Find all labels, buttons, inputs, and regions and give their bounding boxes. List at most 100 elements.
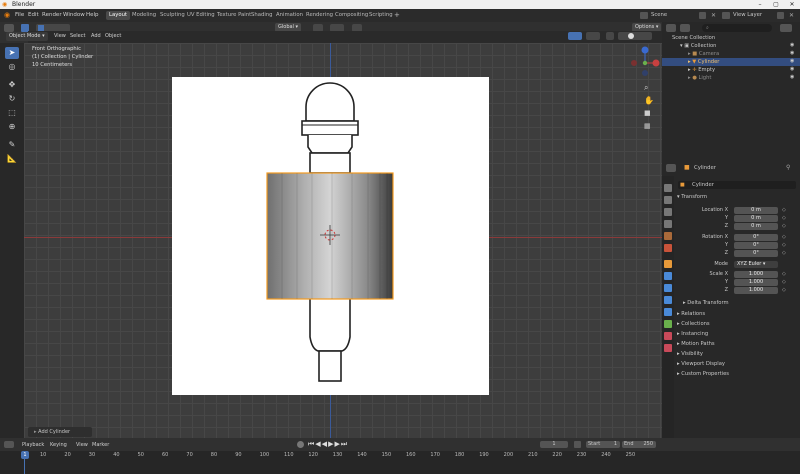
solid-shading-icon[interactable] <box>628 33 634 39</box>
menu-help[interactable]: Help <box>86 12 99 18</box>
cursor-tool-icon[interactable]: ◎ <box>5 61 19 73</box>
transform-panel-header[interactable]: ▾ Transform <box>677 194 707 200</box>
collections-panel[interactable]: ▸ Collections <box>677 321 710 327</box>
maximize-icon[interactable]: ▢ <box>770 0 782 9</box>
view-layer-remove-icon[interactable]: ✕ <box>789 12 794 19</box>
outliner-item-collection[interactable]: ▾ ▣ Collection <box>662 42 800 50</box>
location-x-field[interactable]: 0 m <box>734 207 778 214</box>
menu-file[interactable]: File <box>15 12 24 18</box>
visibility-panel[interactable]: ▸ Visibility <box>677 351 703 357</box>
navigation-gizmo[interactable] <box>630 45 660 77</box>
empty-visibility-icon[interactable]: ◉ <box>790 66 794 72</box>
start-frame-field[interactable]: Start 1 <box>586 441 620 448</box>
zoom-icon[interactable]: ⌕ <box>644 83 648 93</box>
data-tab-icon[interactable] <box>664 320 672 328</box>
rotation-mode-select[interactable]: XYZ Euler ▾ <box>734 261 778 268</box>
overlay-toggle-icon[interactable] <box>586 32 600 40</box>
move-tool-icon[interactable]: ✥ <box>5 79 19 91</box>
scale-z-keyframe-icon[interactable]: ◇ <box>782 287 786 293</box>
minimize-icon[interactable]: – <box>754 0 766 9</box>
menu-window[interactable]: Window <box>63 12 85 18</box>
cylinder-visibility-icon[interactable]: ◉ <box>790 58 794 64</box>
world-tab-icon[interactable] <box>664 244 672 252</box>
location-z-keyframe-icon[interactable]: ◇ <box>782 223 786 229</box>
timeline-editor-icon[interactable] <box>4 441 14 448</box>
delta-transform-panel[interactable]: ▸ Delta Transform <box>683 300 729 306</box>
constraints-tab-icon[interactable] <box>664 308 672 316</box>
scene-remove-icon[interactable]: ✕ <box>711 12 716 19</box>
select-tool-icon[interactable]: ➤ <box>5 47 19 59</box>
outliner-item-empty[interactable]: ▸ ✛ Empty <box>662 66 800 74</box>
location-x-keyframe-icon[interactable]: ◇ <box>782 207 786 213</box>
perspective-toggle-icon[interactable]: ▦ <box>644 122 651 130</box>
tab-modeling[interactable]: Modeling <box>129 11 159 20</box>
camera-visibility-icon[interactable]: ◉ <box>790 50 794 56</box>
timeline-menu-keying[interactable]: Keying <box>50 442 67 448</box>
object-tab-icon[interactable] <box>664 260 672 268</box>
transform-tool-icon[interactable]: ⊕ <box>5 121 19 133</box>
blender-menu-icon[interactable]: ◉ <box>4 11 10 19</box>
timeline-menu-playback[interactable]: Playback <box>22 442 44 448</box>
last-operator-panel[interactable]: ▸ Add Cylinder <box>28 427 92 437</box>
editor-type-icon[interactable] <box>4 24 14 32</box>
tab-animation[interactable]: Animation <box>273 11 306 20</box>
outliner-item-cylinder[interactable]: ▸ ▼ Cylinder <box>662 58 800 66</box>
tab-shading[interactable]: Shading <box>248 11 276 20</box>
rotation-z-keyframe-icon[interactable]: ◇ <box>782 250 786 256</box>
outliner-editor-icon[interactable] <box>666 24 676 32</box>
relations-panel[interactable]: ▸ Relations <box>677 311 705 317</box>
tab-layout[interactable]: Layout <box>106 11 131 20</box>
tab-scripting[interactable]: Scripting <box>366 11 396 20</box>
scene-new-icon[interactable] <box>699 12 706 19</box>
outliner-search-input[interactable]: ⌕ <box>702 24 772 32</box>
viewport-menu-add[interactable]: Add <box>91 33 101 39</box>
outliner-item-camera[interactable]: ▸ ■ Camera <box>662 50 800 58</box>
scene-browse-icon[interactable] <box>640 12 648 19</box>
object-mode-select[interactable]: Object Mode ▾ <box>6 32 48 41</box>
rotate-tool-icon[interactable]: ↻ <box>5 93 19 105</box>
timeline[interactable]: 1 10 20 30 40 50 60 70 80 90 100 110 120 130 140 150 16… <box>0 451 800 474</box>
scale-x-field[interactable]: 1.000 <box>734 271 778 278</box>
scene-name[interactable]: Scene <box>651 12 667 18</box>
tab-uv-editing[interactable]: UV Editing <box>184 11 218 20</box>
physics-tab-icon[interactable] <box>664 296 672 304</box>
rotation-x-field[interactable]: 0° <box>734 234 778 241</box>
add-workspace-icon[interactable]: + <box>394 11 400 19</box>
particles-tab-icon[interactable] <box>664 284 672 292</box>
shading-mode-buttons[interactable] <box>618 32 652 40</box>
location-y-keyframe-icon[interactable]: ◇ <box>782 215 786 221</box>
collection-visibility-icon[interactable]: ◉ <box>790 42 794 48</box>
view-layer-new-icon[interactable] <box>777 12 784 19</box>
xray-toggle-icon[interactable] <box>606 32 614 40</box>
material-tab-icon[interactable] <box>664 332 672 340</box>
render-tab-icon[interactable] <box>664 196 672 204</box>
modifiers-tab-icon[interactable] <box>664 272 672 280</box>
scale-y-field[interactable]: 1.000 <box>734 279 778 286</box>
output-tab-icon[interactable] <box>664 208 672 216</box>
instancing-panel[interactable]: ▸ Instancing <box>677 331 708 337</box>
outliner-item-light[interactable]: ▸ ● Light <box>662 74 800 82</box>
gizmo-toggle-icon[interactable] <box>568 32 582 40</box>
menu-render[interactable]: Render <box>42 12 62 18</box>
menu-edit[interactable]: Edit <box>28 12 39 18</box>
timeline-menu-view[interactable]: View <box>76 442 88 448</box>
viewport-menu-object[interactable]: Object <box>105 33 121 39</box>
scale-tool-icon[interactable]: ⬚ <box>5 107 19 119</box>
annotate-tool-icon[interactable]: ✎ <box>5 139 19 151</box>
close-icon[interactable]: ✕ <box>786 0 798 9</box>
rotation-y-keyframe-icon[interactable]: ◇ <box>782 242 786 248</box>
3d-viewport[interactable]: Front Orthographic (1) Collection | Cyli… <box>24 43 662 438</box>
record-icon[interactable] <box>297 441 304 448</box>
measure-tool-icon[interactable]: 📐 <box>5 153 19 165</box>
scale-z-field[interactable]: 1.000 <box>734 287 778 294</box>
camera-view-icon[interactable]: ■ <box>644 109 651 117</box>
scale-x-keyframe-icon[interactable]: ◇ <box>782 271 786 277</box>
viewport-menu-select[interactable]: Select <box>70 33 85 39</box>
outliner-scene-collection[interactable]: Scene Collection <box>662 34 800 42</box>
scale-y-keyframe-icon[interactable]: ◇ <box>782 279 786 285</box>
scene-tab-icon[interactable] <box>664 232 672 240</box>
pin-icon[interactable]: ⚲ <box>786 164 790 171</box>
playhead[interactable]: 1 <box>21 451 29 459</box>
custom-properties-panel[interactable]: ▸ Custom Properties <box>677 371 729 377</box>
location-z-field[interactable]: 0 m <box>734 223 778 230</box>
